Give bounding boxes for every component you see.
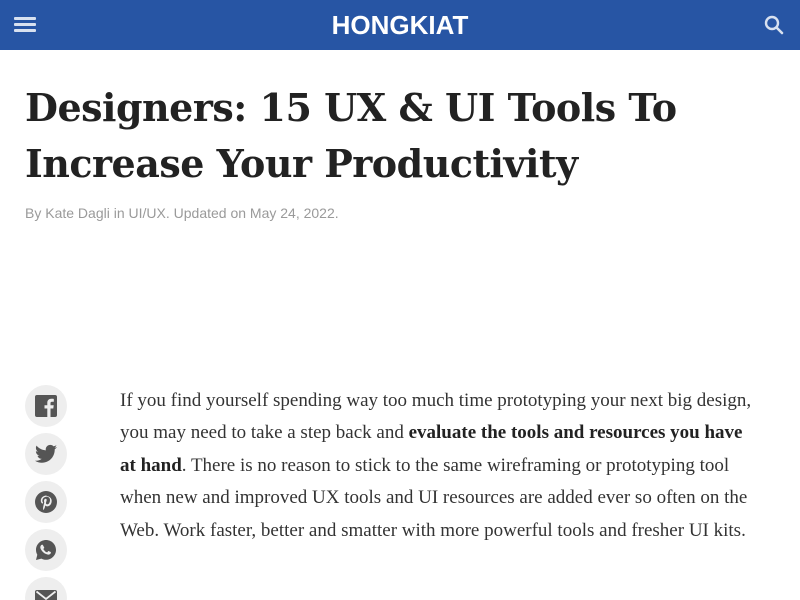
share-facebook-button[interactable] [25,385,67,427]
share-email-button[interactable] [25,577,67,600]
email-icon [35,590,57,600]
share-pinterest-button[interactable] [25,481,67,523]
article-title: Designers: 15 UX & UI Tools To Increase … [25,80,765,192]
whatsapp-icon [36,540,56,560]
site-logo: HONGKIAT [0,0,800,50]
share-twitter-button[interactable] [25,433,67,475]
hamburger-menu-icon[interactable] [14,15,38,35]
author-link[interactable]: Kate Dagli [45,205,110,221]
updated-date: . Updated on May 24, 2022. [165,205,339,221]
category-link[interactable]: UI/UX [129,205,166,221]
top-navigation-bar: HONGKIAT [0,0,800,50]
article-intro-paragraph: If you find yourself spending way too mu… [120,385,760,547]
search-icon[interactable] [764,15,784,35]
share-whatsapp-button[interactable] [25,529,67,571]
twitter-icon [35,444,57,463]
article-byline: By Kate Dagli in UI/UX. Updated on May 2… [25,205,339,221]
byline-in: in [113,205,125,221]
facebook-icon [35,395,57,417]
byline-prefix: By [25,205,42,221]
logo-link[interactable]: HONGKIAT [332,10,469,40]
share-sidebar [25,385,67,600]
intro-text-part-2: . There is no reason to stick to the sam… [120,454,748,541]
article-title-line-2: Increase Your Productivity [25,141,578,186]
pinterest-icon [35,491,57,513]
article-title-line-1: Designers: 15 UX & UI Tools To [25,85,677,130]
